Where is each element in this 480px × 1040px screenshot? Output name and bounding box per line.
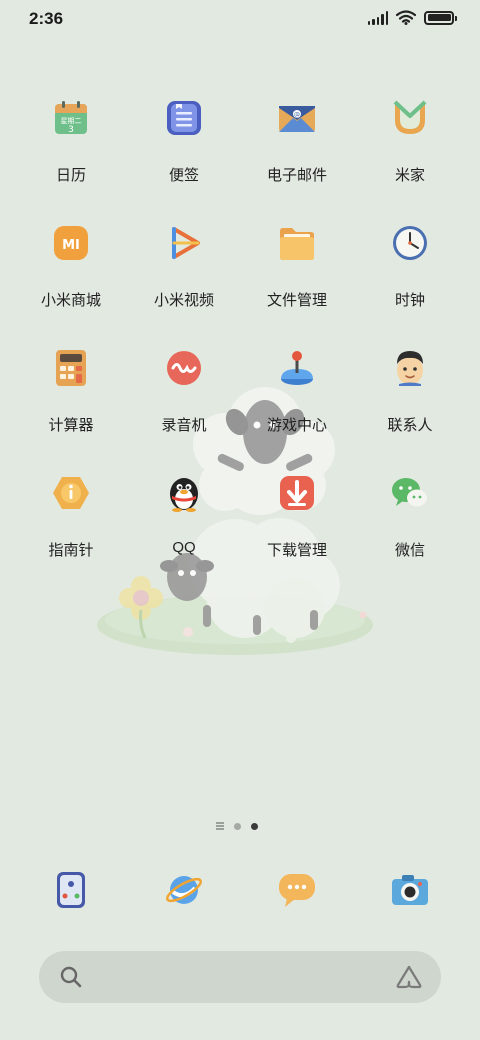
app-label: 电子邮件: [266, 167, 327, 184]
app-label: 联系人: [387, 417, 433, 434]
app-label: 小米商城: [40, 292, 101, 309]
page-indicator[interactable]: [216, 822, 258, 830]
mi-store-logo-text: MI: [62, 238, 80, 253]
app-contacts[interactable]: 联系人: [355, 344, 465, 454]
app-file-manager[interactable]: 文件管理: [242, 219, 352, 329]
phone-icon: [57, 872, 85, 908]
calendar-day: 3: [68, 125, 74, 135]
app-calculator[interactable]: 计算器: [16, 344, 126, 454]
mi-video-icon: [160, 219, 208, 267]
status-icons: [367, 10, 457, 25]
app-label: 计算器: [48, 417, 94, 434]
app-mijia[interactable]: 米家: [355, 94, 465, 204]
search-icon[interactable]: [59, 965, 83, 989]
app-calendar[interactable]: 星期二 3 日历: [16, 94, 126, 204]
app-qq[interactable]: QQ: [129, 469, 239, 579]
app-label: 便签: [168, 167, 199, 184]
contacts-icon: [386, 344, 434, 392]
calculator-icon: [47, 344, 95, 392]
app-game-center[interactable]: 游戏中心: [242, 344, 352, 454]
app-email[interactable]: @ 电子邮件: [242, 94, 352, 204]
search-input[interactable]: [94, 961, 374, 993]
app-label: 下载管理: [266, 542, 327, 559]
app-label: 时钟: [394, 292, 425, 309]
browser-icon: [166, 876, 202, 904]
mi-store-icon: MI: [47, 219, 95, 267]
app-label: 日历: [55, 167, 86, 184]
game-center-icon: [273, 344, 321, 392]
mijia-icon: [386, 94, 434, 142]
app-label: 文件管理: [266, 292, 327, 309]
app-label: 微信: [394, 542, 425, 559]
voice-assistant-icon[interactable]: [395, 964, 423, 990]
app-label: 录音机: [161, 417, 207, 434]
dock-camera[interactable]: [386, 866, 434, 914]
wifi-icon: [396, 10, 416, 25]
app-compass[interactable]: 指南针: [16, 469, 126, 579]
folder-icon: [273, 219, 321, 267]
download-icon: [273, 469, 321, 517]
app-download-manager[interactable]: 下载管理: [242, 469, 352, 579]
page-dot-2-active[interactable]: [251, 822, 258, 830]
wechat-icon: [386, 469, 434, 517]
app-label: 指南针: [48, 542, 94, 559]
notes-icon: [160, 94, 208, 142]
calendar-icon: 星期二 3: [47, 94, 95, 142]
qq-penguin-icon: [160, 469, 208, 517]
app-recorder[interactable]: 录音机: [129, 344, 239, 454]
calendar-weekday: 星期二: [61, 117, 82, 125]
page-dot-1[interactable]: [234, 822, 241, 830]
battery-icon: [424, 10, 457, 25]
app-label: 米家: [394, 167, 425, 184]
page-list-indicator[interactable]: [216, 822, 224, 830]
signal-icon: [367, 10, 388, 25]
app-mi-store[interactable]: MI 小米商城: [16, 219, 126, 329]
messages-icon: [279, 874, 315, 907]
app-notes[interactable]: 便签: [129, 94, 239, 204]
app-clock[interactable]: 时钟: [355, 219, 465, 329]
app-label: 游戏中心: [266, 417, 327, 434]
app-wechat[interactable]: 微信: [355, 469, 465, 579]
status-bar: 2:36: [0, 0, 480, 40]
email-icon: @: [273, 94, 321, 142]
dock-browser[interactable]: [160, 866, 208, 914]
dock-phone[interactable]: [47, 866, 95, 914]
status-time: 2:36: [29, 9, 64, 28]
dock-messages[interactable]: [273, 866, 321, 914]
recorder-icon: [160, 344, 208, 392]
app-mi-video[interactable]: 小米视频: [129, 219, 239, 329]
app-label: 小米视频: [153, 292, 214, 309]
clock-icon: [386, 219, 434, 267]
app-label: QQ: [172, 539, 196, 556]
compass-icon: [47, 469, 95, 517]
camera-icon: [392, 875, 428, 905]
svg-text:@: @: [294, 112, 300, 119]
search-bar[interactable]: [39, 951, 441, 1003]
